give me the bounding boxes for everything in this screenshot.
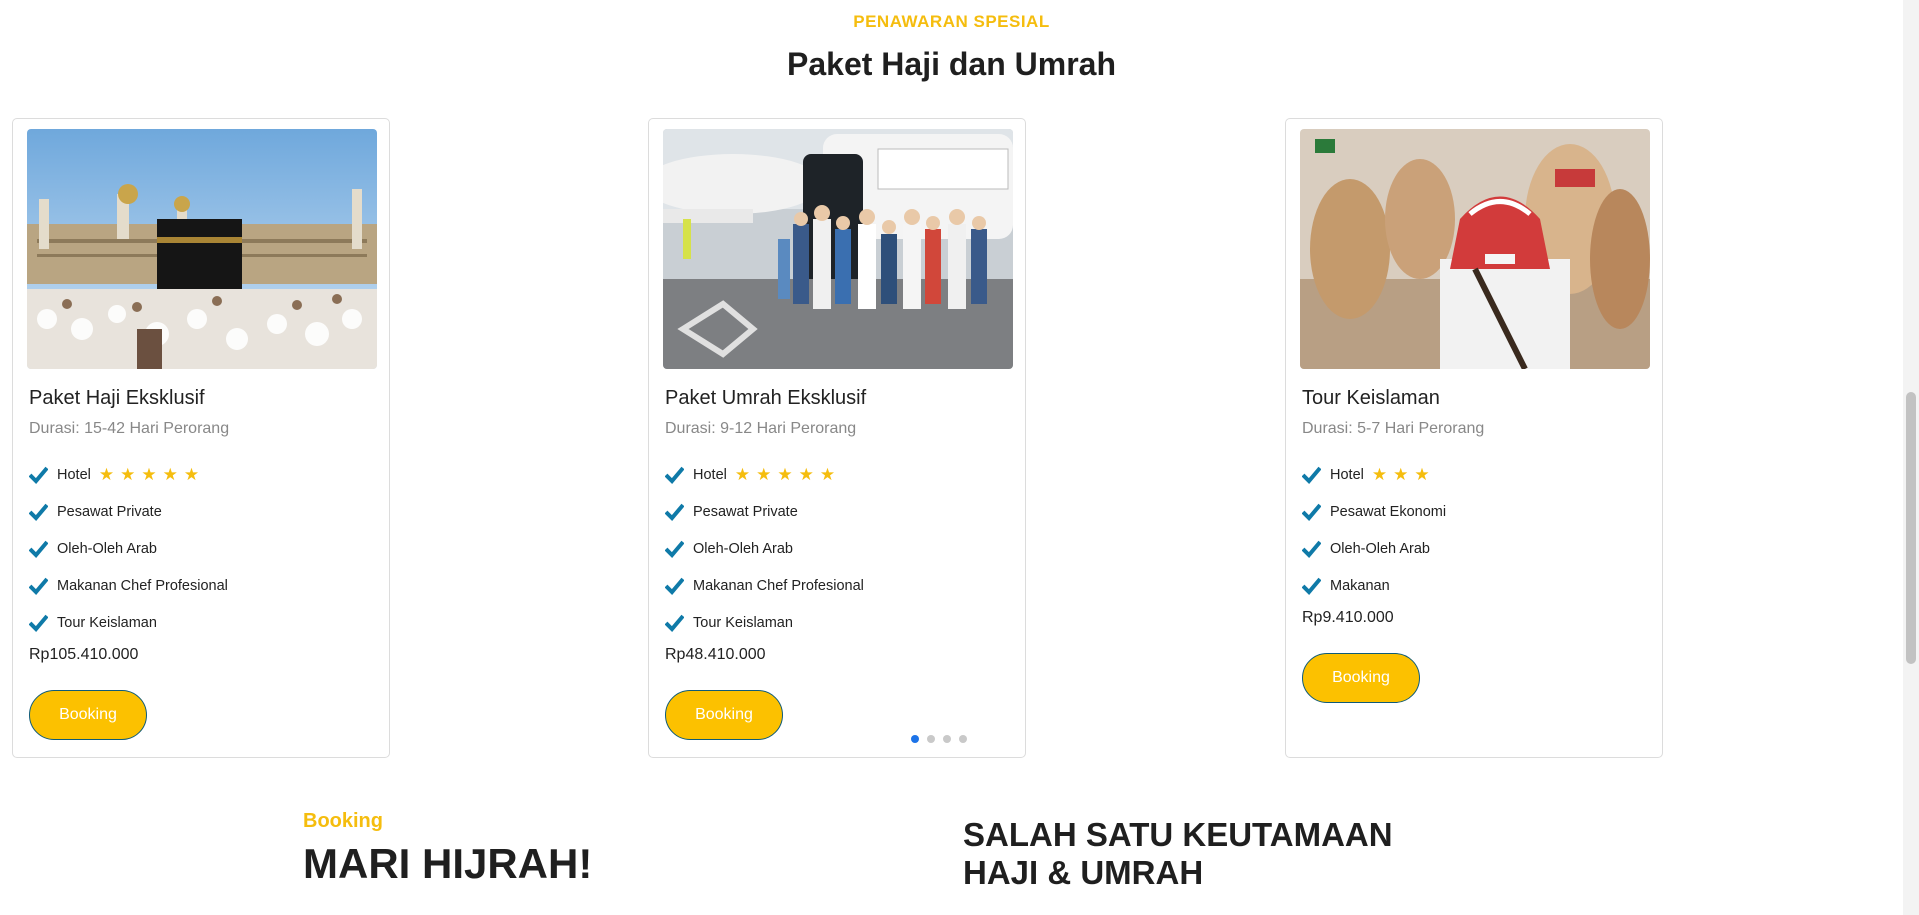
check-icon <box>665 576 684 595</box>
feature-item: Oleh-Oleh Arab <box>29 530 228 567</box>
feature-list: Hotel ★ ★ ★ ★ ★ Pesawat Private Oleh-Ole… <box>29 456 228 641</box>
hotel-stars: ★ ★ ★ ★ ★ <box>99 466 199 483</box>
carousel-dots <box>911 735 967 743</box>
star-icon: ★ <box>183 465 200 484</box>
star-icon: ★ <box>1414 465 1430 484</box>
feature-item: Makanan <box>1302 567 1446 604</box>
virtue-line: HAJI & UMRAH <box>963 854 1204 891</box>
check-icon <box>1302 576 1321 595</box>
booking-eyebrow: Booking <box>303 810 383 832</box>
package-card-haji: Paket Haji Eksklusif Durasi: 15-42 Hari … <box>12 118 390 758</box>
feature-label: Pesawat Private <box>693 503 798 520</box>
feature-label: Makanan <box>1330 577 1390 594</box>
package-duration: Durasi: 5-7 Hari Perorang <box>1302 420 1485 437</box>
star-icon: ★ <box>734 465 751 484</box>
check-icon <box>29 576 48 595</box>
feature-hotel: Hotel ★ ★ ★ ★ ★ <box>29 456 228 493</box>
feature-label: Pesawat Ekonomi <box>1330 503 1447 520</box>
check-icon <box>1302 502 1321 521</box>
hotel-stars: ★ ★ ★ <box>1372 466 1430 483</box>
package-duration: Durasi: 15-42 Hari Perorang <box>29 420 230 437</box>
check-icon <box>29 539 48 558</box>
package-duration: Durasi: 9-12 Hari Perorang <box>665 420 857 437</box>
scrollbar-track[interactable] <box>1903 0 1919 915</box>
feature-hotel: Hotel ★ ★ ★ ★ ★ <box>665 456 864 493</box>
feature-label: Tour Keislaman <box>693 614 793 631</box>
feature-label: Makanan Chef Profesional <box>57 577 228 594</box>
feature-label: Makanan Chef Profesional <box>693 577 864 594</box>
package-name: Paket Umrah Eksklusif <box>665 387 867 409</box>
booking-button[interactable]: Booking <box>29 690 147 740</box>
feature-label: Hotel <box>693 466 727 483</box>
carousel-dot[interactable] <box>959 735 967 743</box>
feature-item: Makanan Chef Profesional <box>665 567 864 604</box>
feature-label: Hotel <box>1330 466 1364 483</box>
hotel-stars: ★ ★ ★ ★ ★ <box>735 466 835 483</box>
booking-title: MARI HIJRAH! <box>303 840 593 887</box>
package-name: Tour Keislaman <box>1302 387 1440 409</box>
check-icon <box>29 465 48 484</box>
star-icon: ★ <box>120 465 136 484</box>
check-icon <box>29 502 48 521</box>
feature-item: Pesawat Private <box>29 493 228 530</box>
package-name: Paket Haji Eksklusif <box>29 387 205 409</box>
feature-list: Hotel ★ ★ ★ ★ ★ Pesawat Private Oleh-Ole… <box>665 456 864 641</box>
virtue-heading: SALAH SATU KEUTAMAAN HAJI & UMRAH <box>963 816 1483 892</box>
star-icon: ★ <box>777 465 793 484</box>
star-icon: ★ <box>162 465 178 484</box>
booking-button[interactable]: Booking <box>1302 653 1420 703</box>
check-icon <box>1302 539 1321 558</box>
feature-item: Pesawat Ekonomi <box>1302 493 1446 530</box>
carousel-dot[interactable] <box>927 735 935 743</box>
feature-label: Pesawat Private <box>57 503 162 520</box>
check-icon <box>665 539 684 558</box>
section-eyebrow: PENAWARAN SPESIAL <box>853 12 1050 31</box>
camel-man-photo <box>1300 129 1650 369</box>
feature-label: Tour Keislaman <box>57 614 157 631</box>
package-price: Rp9.410.000 <box>1302 609 1394 626</box>
star-icon: ★ <box>1371 465 1388 484</box>
package-price: Rp105.410.000 <box>29 646 139 663</box>
star-icon: ★ <box>98 465 115 484</box>
star-icon: ★ <box>141 465 157 484</box>
check-icon <box>665 465 684 484</box>
star-icon: ★ <box>1393 465 1409 484</box>
virtue-line: SALAH SATU KEUTAMAAN <box>963 816 1393 853</box>
check-icon <box>1302 465 1321 484</box>
star-icon: ★ <box>819 465 836 484</box>
carousel-dot[interactable] <box>943 735 951 743</box>
feature-label: Oleh-Oleh Arab <box>57 540 157 557</box>
feature-item: Tour Keislaman <box>665 604 864 641</box>
feature-hotel: Hotel ★ ★ ★ <box>1302 456 1446 493</box>
kaaba-photo <box>27 129 377 369</box>
feature-item: Oleh-Oleh Arab <box>665 530 864 567</box>
feature-label: Oleh-Oleh Arab <box>1330 540 1430 557</box>
package-price: Rp48.410.000 <box>665 646 766 663</box>
feature-item: Makanan Chef Profesional <box>29 567 228 604</box>
check-icon <box>665 502 684 521</box>
check-icon <box>29 613 48 632</box>
feature-item: Tour Keislaman <box>29 604 228 641</box>
check-icon <box>665 613 684 632</box>
star-icon: ★ <box>756 465 772 484</box>
feature-item: Oleh-Oleh Arab <box>1302 530 1446 567</box>
star-icon: ★ <box>798 465 814 484</box>
feature-item: Pesawat Private <box>665 493 864 530</box>
section-title: Paket Haji dan Umrah <box>787 46 1116 82</box>
feature-label: Oleh-Oleh Arab <box>693 540 793 557</box>
package-card-umrah: Paket Umrah Eksklusif Durasi: 9-12 Hari … <box>648 118 1026 758</box>
scrollbar-thumb[interactable] <box>1906 392 1916 664</box>
booking-button[interactable]: Booking <box>665 690 783 740</box>
feature-list: Hotel ★ ★ ★ Pesawat Ekonomi Oleh-Oleh Ar… <box>1302 456 1446 604</box>
airport-pilgrims-photo <box>663 129 1013 369</box>
carousel-dot[interactable] <box>911 735 919 743</box>
feature-label: Hotel <box>57 466 91 483</box>
package-card-tour: Tour Keislaman Durasi: 5-7 Hari Perorang… <box>1285 118 1663 758</box>
